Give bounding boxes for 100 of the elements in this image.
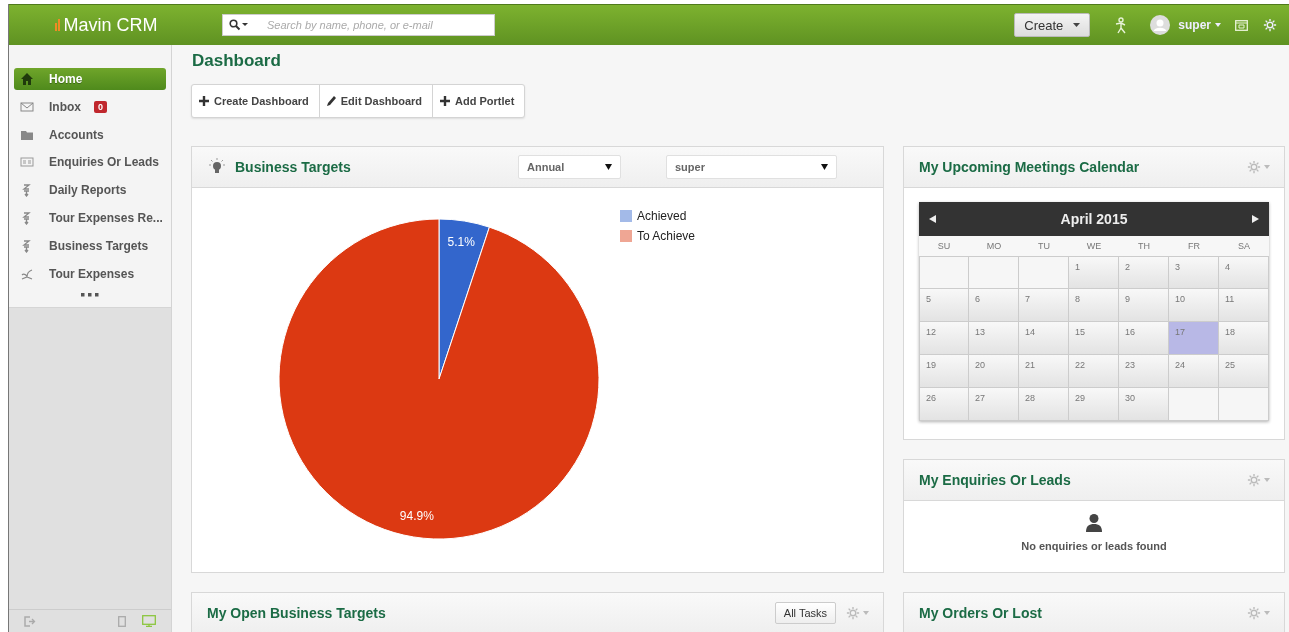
weekday-label: TU — [1019, 236, 1069, 256]
day-cell[interactable]: 30 — [1119, 388, 1169, 421]
all-tasks-button[interactable]: All Tasks — [774, 602, 836, 624]
settings-menu-icon[interactable] — [1247, 606, 1270, 620]
day-cell[interactable]: 9 — [1119, 289, 1169, 322]
day-cell[interactable]: 1 — [1069, 256, 1119, 289]
sidebar-label: Home — [49, 72, 83, 86]
app-logo-text[interactable]: Mavin CRM — [63, 14, 158, 36]
weekday-label: SA — [1219, 236, 1269, 256]
envelope-icon — [20, 99, 34, 114]
phone-icon[interactable] — [118, 615, 126, 627]
day-cell[interactable]: 2 — [1119, 256, 1169, 289]
data-label: 5.1% — [447, 234, 475, 249]
day-cell[interactable]: 15 — [1069, 322, 1119, 355]
empty-message: No enquiries or leads found — [1021, 540, 1167, 552]
user-menu[interactable]: super — [1178, 18, 1221, 32]
settings-menu-icon[interactable] — [846, 606, 869, 620]
logo-icon — [55, 19, 61, 31]
legend-label: To Achieve — [637, 229, 696, 243]
day-cell[interactable]: 19 — [919, 355, 969, 388]
weekday-label: TH — [1119, 236, 1169, 256]
day-cell[interactable]: 20 — [969, 355, 1019, 388]
caret-icon — [1215, 23, 1221, 27]
day-cell[interactable]: 13 — [969, 322, 1019, 355]
plus-icon — [440, 96, 451, 106]
caret-icon — [821, 164, 828, 170]
day-cell[interactable]: 21 — [1019, 355, 1069, 388]
weekday-label: WE — [1069, 236, 1119, 256]
sidebar-item[interactable]: Inbox 0 — [14, 95, 166, 118]
sidebar-item[interactable]: Home — [14, 68, 166, 90]
panel-title: My Upcoming Meetings Calendar — [919, 159, 1140, 175]
day-cell[interactable]: 11 — [1219, 289, 1269, 322]
search-icon[interactable] — [229, 19, 249, 31]
day-cell[interactable]: 3 — [1169, 256, 1219, 289]
day-cell[interactable]: 28 — [1019, 388, 1069, 421]
sidebar-label: Tour Expenses — [49, 266, 135, 281]
weekday-label: SU — [919, 236, 969, 256]
sidebar-item[interactable]: Daily Reports — [14, 179, 166, 202]
day-cell[interactable]: 6 — [969, 289, 1019, 322]
legend-label: Achieved — [637, 209, 687, 223]
day-cell[interactable]: 27 — [969, 388, 1019, 421]
toolbar-button[interactable]: Add Portlet — [432, 85, 525, 117]
day-cell[interactable]: 17 — [1169, 322, 1219, 355]
count-badge: 0 — [94, 100, 107, 113]
day-cell[interactable]: 16 — [1119, 322, 1169, 355]
month-title: April 2015 — [1059, 211, 1129, 227]
user-select[interactable]: super — [666, 155, 837, 179]
day-cell[interactable]: 5 — [919, 289, 969, 322]
lightbulb-icon — [207, 158, 227, 176]
sidebar-item[interactable]: Tour Expenses — [14, 262, 166, 285]
settings-menu-icon[interactable] — [1247, 160, 1270, 174]
toolbar-button[interactable]: Edit Dashboard — [318, 85, 433, 117]
settings-icon[interactable] — [1263, 18, 1277, 32]
sidebar-item[interactable]: Enquiries Or Leads — [14, 151, 166, 174]
sum-icon — [20, 183, 34, 198]
sum-icon — [20, 211, 34, 225]
day-cell[interactable]: 24 — [1169, 355, 1219, 388]
more-icon[interactable] — [81, 293, 99, 298]
day-cell[interactable]: 25 — [1219, 355, 1269, 388]
calendar-icon[interactable] — [1235, 19, 1248, 31]
sidebar-label: Inbox — [49, 99, 81, 114]
pencil-icon — [326, 96, 336, 106]
sidebar-label: Accounts — [49, 127, 104, 142]
day-cell[interactable]: 26 — [919, 388, 969, 421]
create-button[interactable]: Create — [1014, 13, 1091, 37]
day-cell[interactable]: 12 — [919, 322, 969, 355]
sidebar-item[interactable]: Accounts — [14, 123, 166, 146]
sidebar-label: Tour Expenses Re... — [49, 211, 163, 225]
day-cell[interactable]: 29 — [1069, 388, 1119, 421]
page-title: Dashboard — [192, 51, 282, 71]
id-card-icon — [20, 155, 34, 170]
period-select[interactable]: Annual — [518, 155, 621, 179]
plus-icon — [199, 96, 209, 106]
day-cell[interactable]: 4 — [1219, 256, 1269, 289]
sidebar-item[interactable]: Tour Expenses Re... — [14, 207, 166, 229]
sidebar-label: Business Targets — [49, 238, 149, 253]
panel-title: My Open Business Targets — [207, 605, 386, 621]
search-field[interactable]: Search by name, phone, or e-mail — [222, 14, 495, 36]
avatar-icon[interactable] — [1150, 15, 1171, 35]
day-cell[interactable]: 23 — [1119, 355, 1169, 388]
next-month-icon[interactable] — [1252, 215, 1259, 223]
previous-month-icon[interactable] — [929, 215, 936, 223]
toolbar-button[interactable]: Create Dashboard — [192, 85, 319, 117]
monitor-icon[interactable] — [142, 615, 156, 627]
day-cell[interactable]: 22 — [1069, 355, 1119, 388]
day-cell[interactable]: 14 — [1019, 322, 1069, 355]
day-cell[interactable]: 10 — [1169, 289, 1219, 322]
person-icon — [1086, 514, 1102, 532]
weekday-label: MO — [969, 236, 1019, 256]
sum-icon — [20, 238, 34, 253]
panel-title: Business Targets — [235, 159, 351, 175]
day-cell[interactable]: 18 — [1219, 322, 1269, 355]
panel-title: My Enquiries Or Leads — [919, 472, 1071, 488]
home-icon — [20, 72, 34, 86]
day-cell[interactable]: 7 — [1019, 289, 1069, 322]
logout-icon[interactable] — [24, 615, 36, 627]
caret-icon — [1073, 23, 1081, 27]
settings-menu-icon[interactable] — [1247, 473, 1270, 487]
day-cell[interactable]: 8 — [1069, 289, 1119, 322]
sidebar-item[interactable]: Business Targets — [14, 234, 166, 257]
